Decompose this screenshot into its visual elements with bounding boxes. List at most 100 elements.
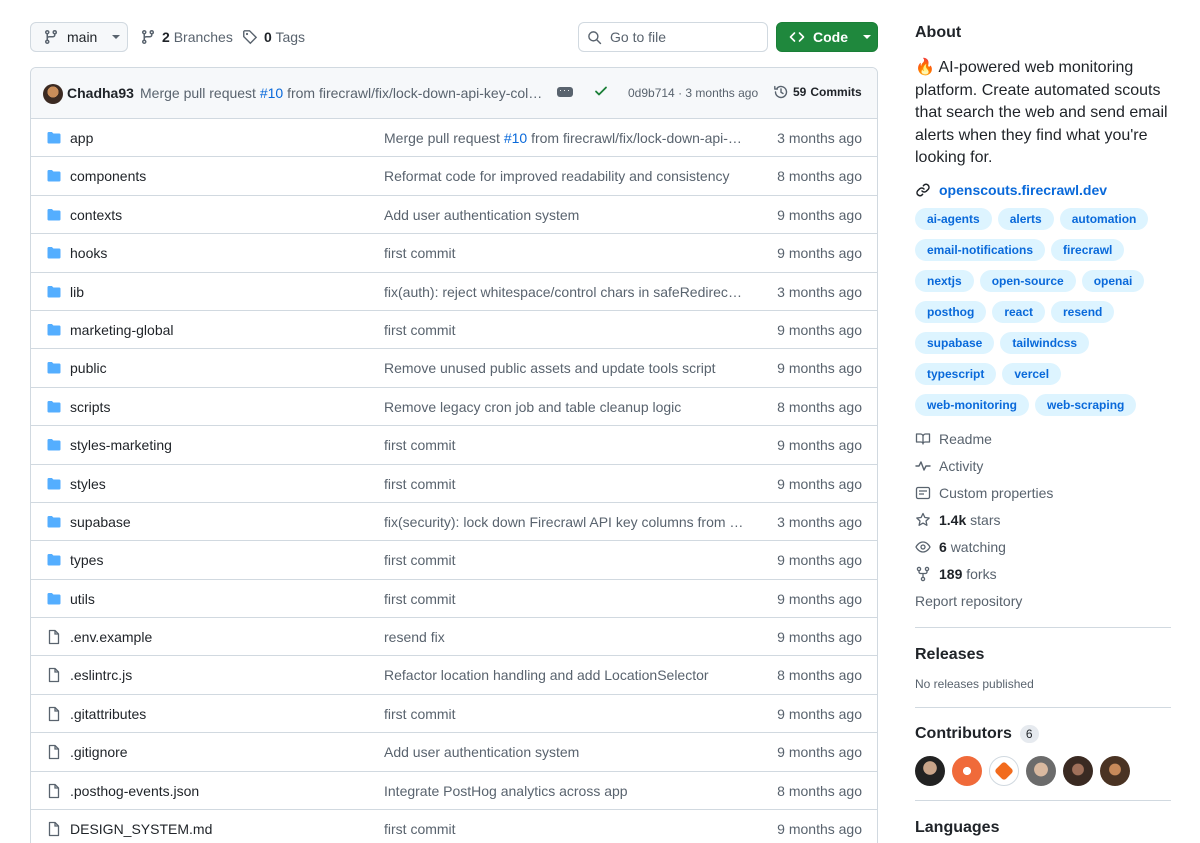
commit-message[interactable]: fix(auth): reject whitespace/control cha… bbox=[384, 284, 744, 300]
expand-commit-button[interactable]: ··· bbox=[557, 86, 573, 97]
contributors-heading[interactable]: Contributors 6 bbox=[915, 724, 1171, 743]
watching-link[interactable]: 6 watching bbox=[915, 534, 1171, 561]
pr-link[interactable]: #10 bbox=[504, 130, 527, 146]
commit-message[interactable]: resend fix bbox=[384, 629, 744, 645]
file-name[interactable]: .eslintrc.js bbox=[70, 667, 132, 683]
activity-link[interactable]: Activity bbox=[915, 453, 1171, 480]
commit-message[interactable]: fix(security): lock down Firecrawl API k… bbox=[384, 514, 744, 530]
table-row[interactable]: .gitignore Add user authentication system… bbox=[31, 733, 877, 772]
file-name[interactable]: utils bbox=[70, 591, 95, 607]
avatar[interactable] bbox=[1026, 755, 1056, 786]
commit-message[interactable]: first commit bbox=[384, 591, 744, 607]
table-row[interactable]: marketing-global first commit 9 months ago bbox=[31, 311, 877, 350]
releases-heading[interactable]: Releases bbox=[915, 646, 1171, 664]
avatar[interactable] bbox=[915, 755, 945, 786]
file-name[interactable]: styles-marketing bbox=[70, 437, 172, 453]
code-button[interactable]: Code bbox=[776, 22, 878, 52]
commits-link[interactable]: 59 Commits bbox=[773, 84, 862, 100]
commit-message[interactable]: first commit bbox=[384, 821, 744, 837]
topic-tag[interactable]: automation bbox=[1059, 207, 1149, 230]
file-name[interactable]: supabase bbox=[70, 514, 131, 530]
commit-message[interactable]: first commit bbox=[384, 322, 744, 338]
topic-tag[interactable]: email-notifications bbox=[915, 238, 1046, 261]
topic-tag[interactable]: nextjs bbox=[915, 269, 974, 292]
topic-tag[interactable]: open-source bbox=[979, 269, 1076, 292]
file-name[interactable]: .posthog-events.json bbox=[70, 783, 199, 799]
file-name[interactable]: lib bbox=[70, 284, 84, 300]
branch-selector-button[interactable]: main bbox=[30, 22, 128, 52]
avatar[interactable] bbox=[43, 84, 63, 104]
topic-tag[interactable]: react bbox=[992, 300, 1046, 323]
topic-tag[interactable]: supabase bbox=[915, 331, 995, 354]
table-row[interactable]: app Merge pull request #10 from firecrawl… bbox=[31, 119, 877, 158]
table-row[interactable]: .eslintrc.js Refactor location handling a… bbox=[31, 656, 877, 695]
custom-properties-link[interactable]: Custom properties bbox=[915, 480, 1171, 507]
commit-message[interactable]: first commit bbox=[384, 552, 744, 568]
go-to-file-input[interactable]: Go to file bbox=[578, 22, 768, 52]
website-link[interactable]: openscouts.firecrawl.dev bbox=[915, 182, 1171, 198]
avatar[interactable] bbox=[1063, 755, 1093, 786]
commit-message[interactable]: Remove legacy cron job and table cleanup… bbox=[384, 399, 744, 415]
table-row[interactable]: utils first commit 9 months ago bbox=[31, 580, 877, 619]
file-name[interactable]: .env.example bbox=[70, 629, 152, 645]
forks-link[interactable]: 189 forks bbox=[915, 561, 1171, 588]
topic-tag[interactable]: alerts bbox=[997, 207, 1054, 230]
table-row[interactable]: .gitattributes first commit 9 months ago bbox=[31, 695, 877, 734]
file-name[interactable]: styles bbox=[70, 476, 106, 492]
commit-author[interactable]: Chadha93 bbox=[67, 85, 134, 101]
tags-link[interactable]: 0 Tags bbox=[242, 22, 305, 52]
commit-message[interactable]: Refactor location handling and add Locat… bbox=[384, 667, 744, 683]
file-name[interactable]: public bbox=[70, 360, 107, 376]
table-row[interactable]: .env.example resend fix 9 months ago bbox=[31, 618, 877, 657]
commit-message[interactable]: Remove unused public assets and update t… bbox=[384, 360, 744, 376]
table-row[interactable]: styles-marketing first commit 9 months ago bbox=[31, 426, 877, 465]
topic-tag[interactable]: typescript bbox=[915, 362, 997, 385]
table-row[interactable]: DESIGN_SYSTEM.md first commit 9 months ago bbox=[31, 810, 877, 843]
commit-message[interactable]: first commit bbox=[384, 706, 744, 722]
file-name[interactable]: app bbox=[70, 130, 93, 146]
commit-message[interactable]: first commit bbox=[384, 476, 744, 492]
branches-link[interactable]: 2 Branches bbox=[140, 22, 233, 52]
commit-message[interactable]: Reformat code for improved readability a… bbox=[384, 168, 744, 184]
commit-message[interactable]: Merge pull request #10 from firecrawl/fi… bbox=[140, 85, 546, 101]
table-row[interactable]: types first commit 9 months ago bbox=[31, 541, 877, 580]
commit-message[interactable]: Add user authentication system bbox=[384, 207, 744, 223]
commit-message[interactable]: Merge pull request #10 from firecrawl/fi… bbox=[384, 130, 744, 146]
check-icon[interactable] bbox=[593, 83, 609, 99]
file-name[interactable]: types bbox=[70, 552, 103, 568]
file-name[interactable]: .gitignore bbox=[70, 744, 128, 760]
topic-tag[interactable]: tailwindcss bbox=[1000, 331, 1090, 354]
file-name[interactable]: scripts bbox=[70, 399, 110, 415]
topic-tag[interactable]: web-monitoring bbox=[915, 393, 1029, 416]
avatar[interactable] bbox=[1100, 755, 1130, 786]
report-repository-link[interactable]: Report repository bbox=[915, 588, 1171, 615]
file-name[interactable]: contexts bbox=[70, 207, 122, 223]
table-row[interactable]: public Remove unused public assets and up… bbox=[31, 349, 877, 388]
avatar[interactable] bbox=[952, 755, 982, 786]
table-row[interactable]: .posthog-events.json Integrate PostHog an… bbox=[31, 772, 877, 811]
file-name[interactable]: marketing-global bbox=[70, 322, 174, 338]
pr-link[interactable]: #10 bbox=[260, 85, 283, 101]
commit-message[interactable]: first commit bbox=[384, 437, 744, 453]
topic-tag[interactable]: vercel bbox=[1002, 362, 1062, 385]
topic-tag[interactable]: web-scraping bbox=[1035, 393, 1137, 416]
table-row[interactable]: supabase fix(security): lock down Firecra… bbox=[31, 503, 877, 542]
table-row[interactable]: components Reformat code for improved rea… bbox=[31, 157, 877, 196]
topic-tag[interactable]: openai bbox=[1081, 269, 1145, 292]
file-name[interactable]: components bbox=[70, 168, 146, 184]
table-row[interactable]: contexts Add user authentication system 9 … bbox=[31, 196, 877, 235]
commit-sha-age[interactable]: 0d9b714 · 3 months ago bbox=[628, 86, 758, 100]
topic-tag[interactable]: ai-agents bbox=[915, 207, 992, 230]
topic-tag[interactable]: firecrawl bbox=[1051, 238, 1125, 261]
avatar[interactable] bbox=[989, 755, 1019, 786]
commit-message[interactable]: Integrate PostHog analytics across app bbox=[384, 783, 744, 799]
topic-tag[interactable]: resend bbox=[1051, 300, 1115, 323]
file-name[interactable]: .gitattributes bbox=[70, 706, 146, 722]
table-row[interactable]: hooks first commit 9 months ago bbox=[31, 234, 877, 273]
commit-message[interactable]: first commit bbox=[384, 245, 744, 261]
topic-tag[interactable]: posthog bbox=[915, 300, 987, 323]
table-row[interactable]: lib fix(auth): reject whitespace/control … bbox=[31, 273, 877, 311]
commit-message[interactable]: Add user authentication system bbox=[384, 744, 744, 760]
table-row[interactable]: styles first commit 9 months ago bbox=[31, 465, 877, 503]
file-name[interactable]: hooks bbox=[70, 245, 107, 261]
